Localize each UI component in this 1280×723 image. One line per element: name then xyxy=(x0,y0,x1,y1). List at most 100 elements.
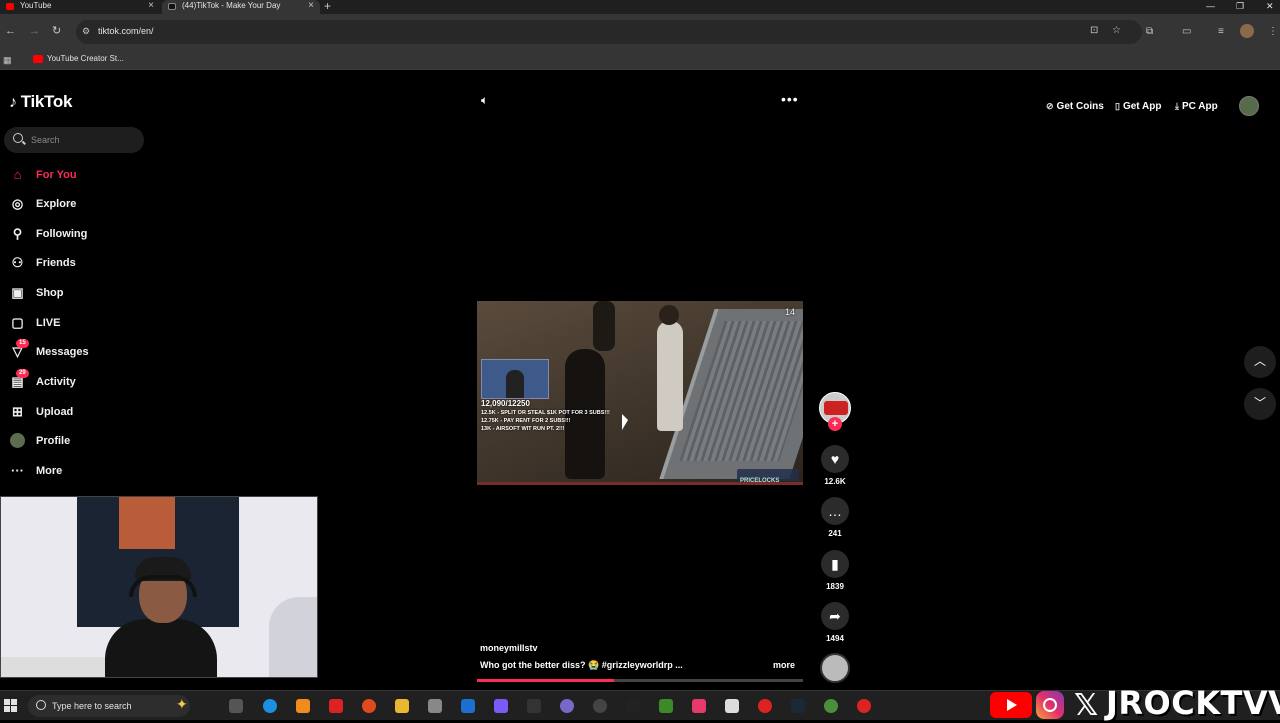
nav-item-following[interactable]: ⚲ Following xyxy=(10,224,150,244)
epic-games-icon[interactable] xyxy=(527,699,541,713)
follow-plus-icon[interactable]: + xyxy=(828,417,842,431)
close-tab-icon[interactable]: × xyxy=(148,0,154,12)
youtube-logo-icon xyxy=(990,692,1032,718)
following-icon: ⚲ xyxy=(12,226,23,241)
back-icon[interactable]: ← xyxy=(5,25,16,37)
comment-count: 241 xyxy=(828,529,842,538)
like-action[interactable]: ♥ 12.6K xyxy=(821,445,849,486)
download-icon: ⤓ xyxy=(1175,101,1179,111)
tab-tiktok[interactable]: (44)TikTok - Make Your Day × xyxy=(162,0,320,14)
video-progress-bar[interactable] xyxy=(477,679,803,682)
tab-title: YouTube xyxy=(20,1,52,10)
user-avatar[interactable] xyxy=(1239,96,1259,116)
app-icon[interactable] xyxy=(560,699,574,713)
nav-item-upload[interactable]: ⊞ Upload xyxy=(10,402,150,422)
site-info-icon[interactable]: ⚙ xyxy=(82,26,90,36)
app-icon[interactable] xyxy=(626,699,640,713)
caption-more-button[interactable]: more xyxy=(773,660,795,670)
apps-grid-icon[interactable]: ▦ xyxy=(3,55,12,65)
app-icon[interactable] xyxy=(758,699,772,713)
chrome-icon[interactable] xyxy=(824,699,838,713)
youtube-favicon-icon xyxy=(6,3,14,10)
app-icon[interactable] xyxy=(296,699,310,713)
profile-avatar[interactable] xyxy=(1240,24,1254,38)
extensions-icon[interactable]: ⧉ xyxy=(1146,27,1153,37)
install-app-icon[interactable]: ⊡ xyxy=(1090,26,1098,36)
nav-item-for-you[interactable]: ⌂ For You xyxy=(10,165,150,185)
bookmark-youtube-creator-studio[interactable]: YouTube Creator St... xyxy=(33,54,124,63)
share-count: 1494 xyxy=(826,634,844,643)
comment-icon[interactable]: … xyxy=(821,497,849,525)
nav-item-profile[interactable]: Profile xyxy=(10,431,150,451)
file-explorer-icon[interactable] xyxy=(395,699,409,713)
pc-app-button[interactable]: ⤓ PC App xyxy=(1175,99,1218,114)
nav-item-more[interactable]: ··· More xyxy=(10,461,150,481)
nav-item-messages[interactable]: ▽ 15 Messages xyxy=(10,339,150,362)
app-icon[interactable] xyxy=(857,699,871,713)
video-goal-line: 13K - AIRSOFT WIT RUN PT. 2!!! xyxy=(481,426,565,432)
logo-text: TikTok xyxy=(20,92,73,111)
video-player[interactable]: 14 12,090/12250 12.5K - SPLIT OR STEAL $… xyxy=(477,301,803,485)
comment-action[interactable]: … 241 xyxy=(821,497,849,538)
nav-item-friends[interactable]: ⚇ Friends xyxy=(10,253,150,273)
outlook-icon[interactable] xyxy=(461,699,475,713)
app-icon[interactable] xyxy=(494,699,508,713)
get-app-label: Get App xyxy=(1122,101,1162,112)
tab-youtube[interactable]: YouTube × xyxy=(0,0,160,14)
app-icon[interactable] xyxy=(725,699,739,713)
bookmark-icon[interactable]: ▮ xyxy=(821,550,849,578)
media-controls-icon[interactable]: ≡ xyxy=(1218,27,1224,37)
windows-start-icon[interactable] xyxy=(4,699,18,713)
task-view-icon[interactable] xyxy=(229,699,243,713)
restore-icon[interactable]: ❐ xyxy=(1236,0,1244,12)
close-window-icon[interactable]: ✕ xyxy=(1266,0,1274,12)
nav-item-activity[interactable]: ▤ 29 Activity xyxy=(10,369,150,392)
app-icon[interactable] xyxy=(329,699,343,713)
share-icon[interactable]: ➦ xyxy=(821,602,849,630)
minimize-icon[interactable]: — xyxy=(1206,0,1215,12)
nav-item-live[interactable]: ▢ LIVE xyxy=(10,313,150,333)
music-disc-icon[interactable] xyxy=(820,653,850,683)
close-tab-icon[interactable]: × xyxy=(308,0,314,12)
heart-icon[interactable]: ♥ xyxy=(821,445,849,473)
nav-label: Explore xyxy=(36,198,77,210)
chevron-down-icon: ﹀ xyxy=(1253,396,1266,410)
reload-icon[interactable]: ↻ xyxy=(52,25,61,37)
share-action[interactable]: ➦ 1494 xyxy=(821,602,849,643)
app-icon[interactable] xyxy=(593,699,607,713)
avatar xyxy=(10,433,25,448)
save-count: 1839 xyxy=(826,582,844,591)
more-options-icon[interactable]: ••• xyxy=(781,91,799,107)
author-name[interactable]: moneymillstv xyxy=(480,643,538,653)
nav-item-explore[interactable]: ◎ Explore xyxy=(10,194,150,214)
tiktok-logo[interactable]: ♪ TikTok xyxy=(9,92,72,112)
nav-item-shop[interactable]: ▣ Shop xyxy=(10,283,150,303)
address-bar[interactable]: ⚙ tiktok.com/en/ ⊡ ☆ xyxy=(76,20,1142,44)
taskbar-search-input[interactable]: Type here to search xyxy=(28,695,190,717)
coin-icon: ⊘ xyxy=(1046,101,1054,111)
forward-icon[interactable]: → xyxy=(29,25,40,37)
nvidia-icon[interactable] xyxy=(659,699,673,713)
save-action[interactable]: ▮ 1839 xyxy=(821,550,849,591)
sidepanel-icon[interactable]: ▭ xyxy=(1182,27,1191,37)
activity-badge: 29 xyxy=(16,369,29,378)
poster-image xyxy=(119,497,175,549)
copilot-sparkle-icon[interactable]: ✦ xyxy=(176,696,188,713)
new-tab-button[interactable]: + xyxy=(324,0,331,12)
get-coins-button[interactable]: ⊘ Get Coins xyxy=(1046,99,1104,114)
volume-icon[interactable]: 🔈︎ xyxy=(481,93,488,108)
app-icon[interactable] xyxy=(362,699,376,713)
edge-icon[interactable] xyxy=(263,699,277,713)
menu-kebab-icon[interactable]: ⋮ xyxy=(1268,27,1278,37)
search-input[interactable]: Search xyxy=(4,127,144,153)
get-app-button[interactable]: ▯ Get App xyxy=(1115,99,1161,114)
chevron-up-icon: ︿ xyxy=(1253,354,1266,368)
nav-label: Activity xyxy=(36,376,76,388)
next-video-button[interactable]: ﹀ xyxy=(1244,388,1276,420)
app-icon[interactable] xyxy=(428,699,442,713)
steam-icon[interactable] xyxy=(791,699,805,713)
previous-video-button[interactable]: ︿ xyxy=(1244,346,1276,378)
nav-label: For You xyxy=(36,169,77,181)
bookmark-star-icon[interactable]: ☆ xyxy=(1112,26,1121,36)
tiktok-app-icon[interactable] xyxy=(692,699,706,713)
